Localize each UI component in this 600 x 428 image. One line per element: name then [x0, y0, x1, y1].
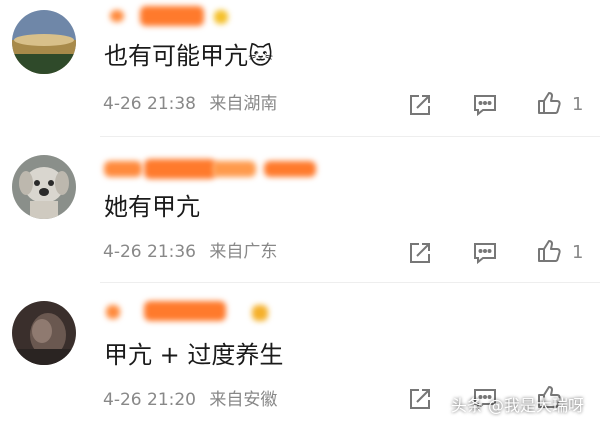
comment-date: 4-26 — [103, 390, 142, 410]
username[interactable] — [104, 155, 324, 183]
share-icon[interactable] — [407, 240, 433, 266]
avatar[interactable] — [12, 301, 76, 365]
comment-icon[interactable] — [472, 92, 498, 118]
comment-meta: 4-26 21:36 来自广东 — [103, 240, 277, 264]
comment-text: 也有可能甲亢🐱 — [104, 42, 274, 70]
avatar[interactable] — [12, 10, 76, 74]
thumbs-up-icon[interactable] — [536, 90, 562, 116]
avatar[interactable] — [12, 155, 76, 219]
watermark: 头条 @我是大瑞呀 — [450, 396, 584, 415]
comment-item: 她有甲亢 4-26 21:36 来自广东 1 — [0, 137, 600, 282]
comment-date: 4-26 — [103, 242, 142, 262]
comment-date: 4-26 — [103, 94, 142, 114]
comment-time: 21:36 — [147, 242, 196, 262]
like-count: 1 — [572, 94, 584, 115]
thumbs-up-icon[interactable] — [536, 238, 562, 264]
comment-text: 甲亢 + 过度养生 — [104, 341, 284, 369]
like-count: 1 — [572, 242, 584, 263]
username[interactable] — [104, 297, 274, 325]
comment-time: 21:20 — [147, 390, 196, 410]
comment-icon[interactable] — [472, 240, 498, 266]
comment-meta: 4-26 21:38 来自湖南 — [103, 92, 277, 116]
share-icon[interactable] — [407, 92, 433, 118]
comment-meta: 4-26 21:20 来自安徽 — [103, 388, 277, 412]
share-icon[interactable] — [407, 386, 433, 412]
comment-location: 来自广东 — [209, 242, 278, 262]
comment-text: 她有甲亢 — [104, 193, 200, 221]
comment-location: 来自湖南 — [209, 94, 278, 114]
comment-location: 来自安徽 — [209, 390, 278, 410]
comment-time: 21:38 — [147, 94, 196, 114]
comment-item: 也有可能甲亢🐱 4-26 21:38 来自湖南 1 — [0, 0, 600, 136]
username[interactable] — [104, 2, 234, 30]
